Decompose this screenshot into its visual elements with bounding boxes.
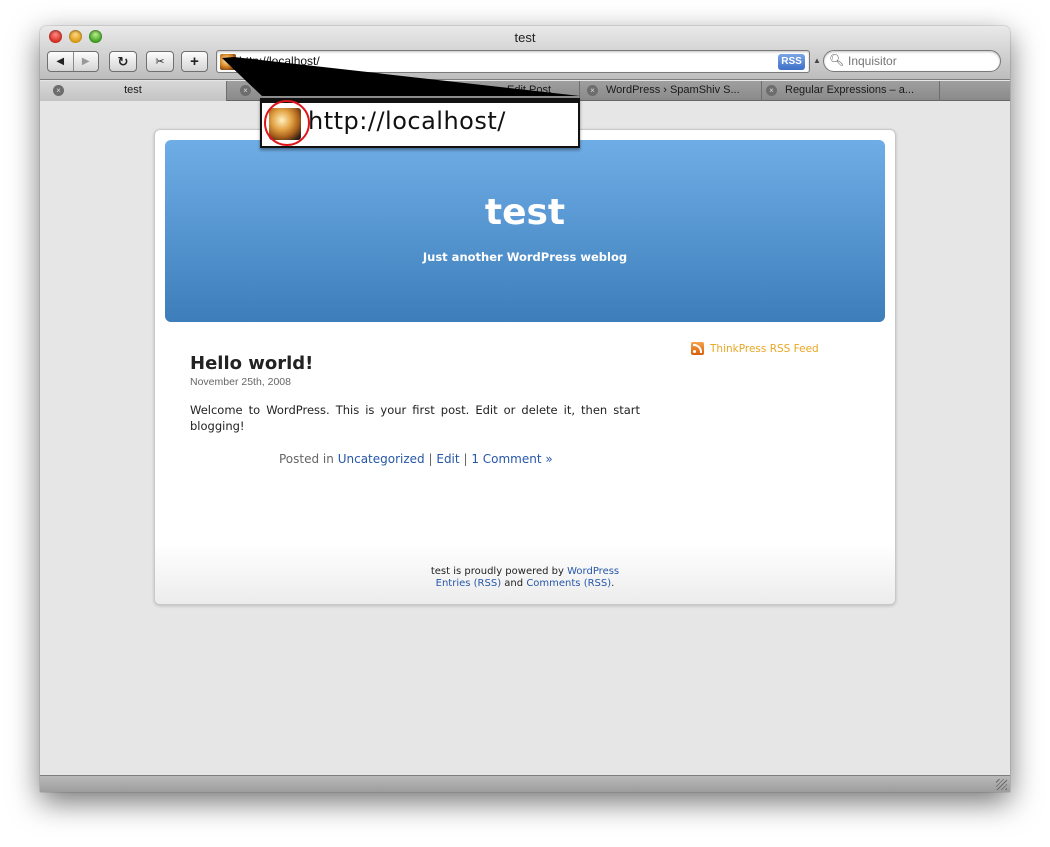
zoom-callout: http://localhost/ [260,98,580,148]
tab-regular-expressions[interactable]: × Regular Expressions – a... [762,81,940,101]
resize-grip-icon[interactable] [996,779,1007,790]
title-bar: test ◀ ▶ ↻ ✂ + http://localhost/ RSS ▲ 🔍… [40,26,1010,80]
blog-header: test Just another WordPress weblog [165,140,885,322]
blog-title[interactable]: test [165,192,885,233]
tab-label: test [124,84,142,96]
reload-button[interactable]: ↻ [109,51,137,72]
highlight-circle [264,100,310,146]
period-text: . [611,578,615,589]
scissors-icon: ✂ [155,56,165,68]
comments-rss-link[interactable]: Comments (RSS) [526,578,611,589]
tab-test[interactable]: × test [40,81,227,101]
rss-button[interactable]: RSS [778,54,805,70]
separator: | [428,452,433,466]
search-input[interactable] [848,54,996,68]
blog-tagline: Just another WordPress weblog [422,250,628,264]
reload-icon: ↻ [117,53,129,69]
blog-footer: test is proudly powered by WordPress Ent… [155,566,895,590]
zoomed-url: http://localhost/ [308,107,506,135]
tab-label: Regular Expressions – a... [785,84,915,96]
window-title: test [514,30,536,45]
forward-button[interactable]: ▶ [72,52,99,71]
tab-spamshiv[interactable]: × WordPress › SpamShiv S... [580,81,762,101]
post-title[interactable]: Hello world! [190,353,313,374]
search-icon[interactable]: 🔍︎ [829,53,844,67]
tab-label: WordPress › SpamShiv S... [606,84,740,96]
edit-link[interactable]: Edit [436,452,459,466]
rss-feed-label[interactable]: ThinkPress RSS Feed [710,343,819,355]
back-button[interactable]: ◀ [48,52,73,71]
powered-by-text: test is proudly powered by [430,566,564,577]
tab-close-icon[interactable]: × [766,85,777,96]
address-bar[interactable]: http://localhost/ RSS [216,50,810,73]
plus-icon: + [190,53,199,70]
tab-close-icon[interactable]: × [587,85,598,96]
posted-in-label: Posted in [279,452,334,466]
back-forward-buttons: ◀ ▶ [47,51,99,72]
post-meta: Posted in Uncategorized | Edit | 1 Comme… [279,452,553,466]
post-body: Welcome to WordPress. This is your first… [190,403,640,433]
web-content: test Just another WordPress weblog Hello… [40,102,1010,775]
blog-page: test Just another WordPress weblog Hello… [154,129,896,605]
category-link[interactable]: Uncategorized [338,452,425,466]
comments-link[interactable]: 1 Comment » [471,452,552,466]
add-bookmark-button[interactable]: + [181,51,208,72]
rss-feed-link[interactable]: ThinkPress RSS Feed [691,342,819,355]
tab-close-icon[interactable]: × [240,85,251,96]
status-bar [40,775,1010,792]
url-arrow-icon[interactable]: ▲ [813,56,821,65]
snip-button[interactable]: ✂ [146,51,174,72]
rss-icon [691,342,704,355]
separator: | [463,452,468,466]
wordpress-link[interactable]: WordPress [567,566,619,577]
site-favicon-icon [220,54,236,70]
search-field[interactable]: 🔍︎ [823,50,1001,72]
entries-rss-link[interactable]: Entries (RSS) [436,578,501,589]
post-date: November 25th, 2008 [190,376,291,388]
url-text[interactable]: http://localhost/ [239,54,320,68]
and-text: and [504,578,524,589]
